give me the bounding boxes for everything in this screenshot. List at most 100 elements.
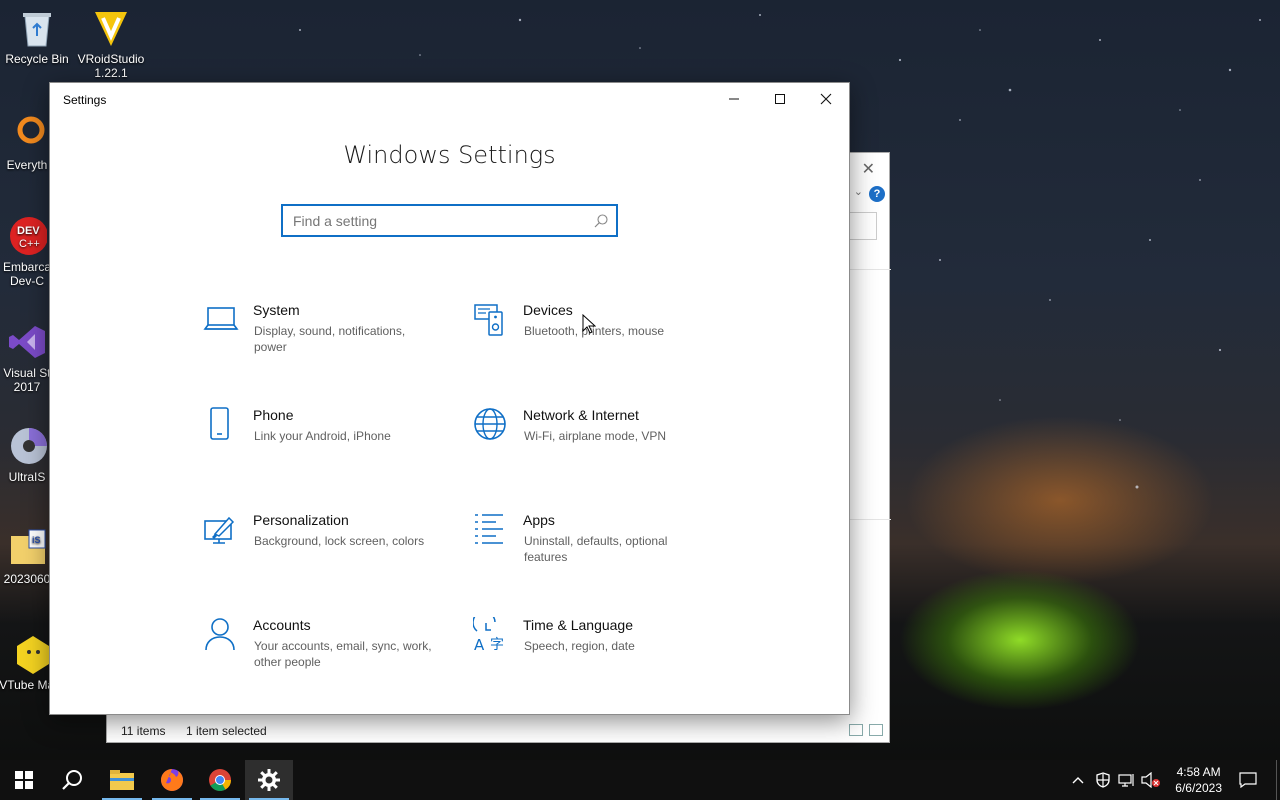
details-view-icon[interactable] [849, 724, 863, 736]
window-title: Settings [63, 93, 107, 107]
globe-icon [474, 408, 506, 440]
settings-category-system[interactable]: System Display, sound, notifications, po… [203, 302, 453, 382]
start-button[interactable] [0, 760, 48, 800]
category-name: Personalization [253, 512, 349, 528]
category-name: Time & Language [523, 617, 633, 633]
taskbar-search-button[interactable] [48, 760, 96, 800]
person-icon [205, 618, 235, 651]
svg-text:字: 字 [490, 637, 504, 653]
svg-text:iS: iS [32, 535, 41, 545]
maximize-button[interactable] [757, 83, 803, 115]
category-description: Bluetooth, printers, mouse [524, 324, 665, 338]
time-language-icon: A字 [473, 617, 504, 653]
svg-text:C++: C++ [19, 238, 40, 250]
action-center-button[interactable] [1234, 760, 1262, 800]
chevron-up-icon [1072, 777, 1084, 784]
category-description: Wi-Fi, airplane mode, VPN [524, 429, 667, 443]
everything-search-icon [7, 114, 47, 154]
file-explorer-icon [110, 770, 134, 790]
close-icon [820, 93, 832, 105]
svg-text:DEV: DEV [17, 225, 40, 237]
recycle-bin-icon [17, 8, 57, 48]
title-bar[interactable]: Settings [50, 83, 849, 115]
volume-muted-icon [1141, 772, 1160, 788]
category-description: Uninstall, defaults, optional features [524, 534, 668, 564]
mouse-cursor-icon [582, 314, 596, 334]
minimize-button[interactable] [711, 83, 757, 115]
devices-icon [474, 304, 503, 336]
folder-icon: iS [7, 528, 47, 568]
clock-time: 4:58 AM [1176, 765, 1221, 779]
taskbar-chrome[interactable] [196, 760, 244, 800]
taskbar-file-explorer[interactable] [98, 760, 146, 800]
settings-category-apps[interactable]: Apps Uninstall, defaults, optional featu… [473, 512, 723, 592]
category-name: Devices [523, 302, 573, 318]
vtube-maker-icon [13, 634, 53, 674]
tray-network[interactable] [1116, 760, 1138, 800]
taskbar: 4:58 AM 6/6/2023 [0, 760, 1280, 800]
category-description: Speech, region, date [524, 639, 635, 653]
search-icon[interactable] [593, 213, 609, 229]
minimize-icon [729, 98, 739, 100]
large-icons-view-icon[interactable] [869, 724, 883, 736]
desktop-icon-vroidstudio[interactable]: VRoidStudio 1.22.1 [74, 8, 148, 80]
help-icon[interactable]: ? [869, 186, 885, 202]
settings-gear-icon [258, 769, 280, 791]
settings-window[interactable]: Settings Windows Settings System Display… [49, 82, 850, 715]
settings-category-accounts[interactable]: Accounts Your accounts, email, sync, wor… [203, 617, 453, 697]
disc-icon [7, 426, 47, 466]
visual-studio-icon [7, 322, 47, 362]
search-icon [62, 770, 82, 790]
show-hidden-icons-button[interactable] [1068, 760, 1088, 800]
show-desktop-button[interactable] [1276, 760, 1280, 800]
settings-category-personalization[interactable]: Personalization Background, lock screen,… [203, 512, 453, 592]
close-button[interactable] [803, 83, 849, 115]
notification-icon [1239, 772, 1257, 788]
svg-text:A: A [474, 636, 485, 653]
category-description: Your accounts, email, sync, work, other … [254, 639, 432, 669]
taskbar-settings[interactable] [245, 760, 293, 800]
settings-category-phone[interactable]: Phone Link your Android, iPhone [203, 407, 453, 487]
category-description: Background, lock screen, colors [254, 534, 425, 548]
page-title: Windows Settings [343, 141, 556, 169]
explorer-search-box[interactable] [847, 212, 877, 240]
search-input[interactable] [283, 206, 573, 235]
desktop-icon-recycle-bin[interactable]: Recycle Bin [0, 8, 74, 66]
category-name: System [253, 302, 300, 318]
laptop-icon [203, 307, 239, 330]
category-name: Network & Internet [523, 407, 639, 423]
desktop-icon-label: Recycle Bin [5, 52, 69, 66]
desktop-icon-label: VRoidStudio 1.22.1 [77, 52, 145, 80]
start-icon [15, 771, 33, 789]
chevron-down-icon[interactable]: ⌄ [854, 185, 863, 198]
find-setting-search-box[interactable] [281, 204, 618, 237]
vroid-icon [91, 8, 131, 48]
category-name: Phone [253, 407, 294, 423]
devcpp-icon: DEV C++ [7, 216, 47, 256]
maximize-icon [775, 94, 785, 104]
taskbar-firefox[interactable] [148, 760, 196, 800]
divider [849, 269, 891, 270]
tray-security[interactable] [1092, 760, 1114, 800]
settings-category-time-language[interactable]: A字 Time & Language Speech, region, date [473, 617, 723, 697]
clock-date: 6/6/2023 [1175, 781, 1222, 795]
status-item-count: 11 items [121, 724, 166, 738]
shield-icon [1096, 772, 1110, 788]
explorer-close-icon[interactable]: ✕ [862, 159, 875, 179]
phone-icon [210, 407, 229, 440]
brush-icon [204, 516, 235, 544]
apps-list-icon [475, 514, 503, 544]
network-icon [1118, 774, 1134, 787]
category-name: Accounts [253, 617, 311, 633]
settings-category-devices[interactable]: Devices Bluetooth, printers, mouse [473, 302, 723, 382]
clock[interactable]: 4:58 AM 6/6/2023 [1175, 764, 1222, 796]
tray-volume[interactable] [1140, 760, 1162, 800]
category-description: Link your Android, iPhone [254, 429, 391, 443]
firefox-icon [161, 769, 183, 791]
divider [849, 519, 891, 520]
category-name: Apps [523, 512, 555, 528]
settings-category-network-internet[interactable]: Network & Internet Wi-Fi, airplane mode,… [473, 407, 723, 487]
chrome-icon [209, 769, 231, 791]
status-selected-count: 1 item selected [186, 724, 267, 738]
category-description: Display, sound, notifications, power [254, 324, 406, 354]
